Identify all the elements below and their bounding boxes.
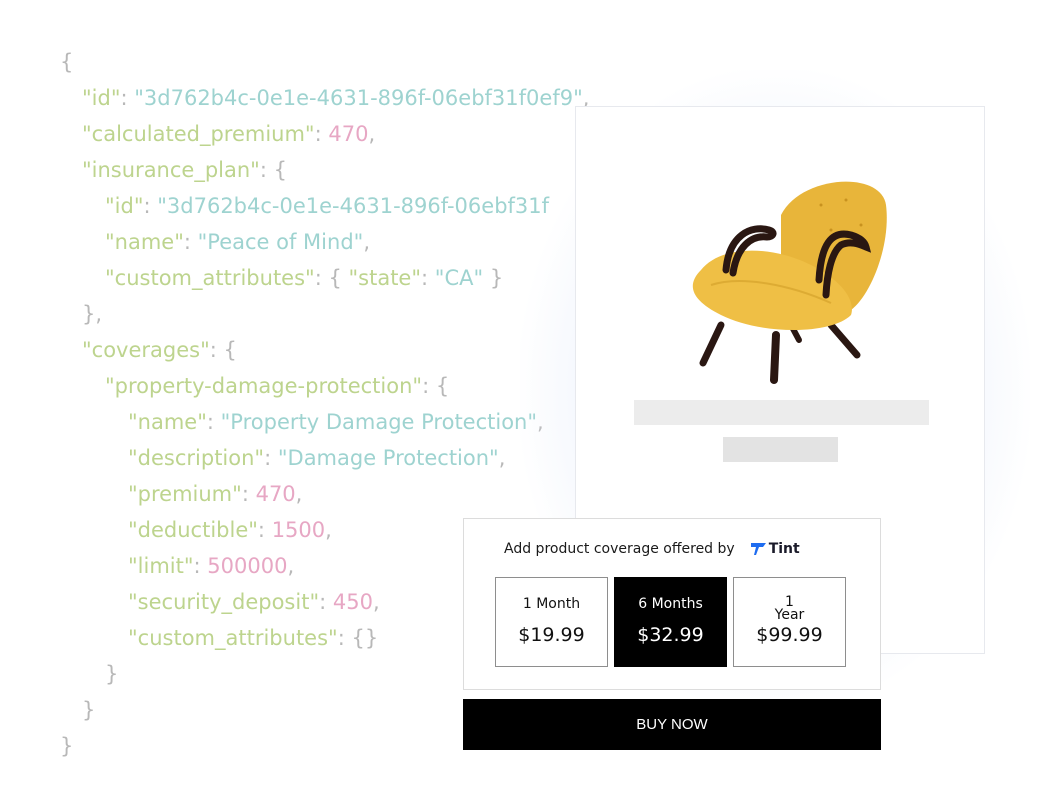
coverage-heading-text: Add product coverage offered by xyxy=(504,541,735,557)
armchair-product-image xyxy=(692,181,887,384)
code-line: "property-damage-protection": { xyxy=(105,374,450,398)
option-duration: 1 Year xyxy=(734,595,845,623)
coverage-widget: Add product coverage offered by Tint 1 M… xyxy=(463,518,881,690)
coverage-heading: Add product coverage offered by Tint xyxy=(504,541,800,557)
code-line: "name": "Peace of Mind", xyxy=(105,230,371,254)
code-line: "custom_attributes": {} xyxy=(128,626,379,650)
code-line: "deductible": 1500, xyxy=(128,518,332,542)
code-line: }, xyxy=(82,302,103,326)
code-line: "limit": 500000, xyxy=(128,554,295,578)
code-line: "insurance_plan": { xyxy=(82,158,287,182)
option-price: $99.99 xyxy=(756,624,823,646)
tint-brand: Tint xyxy=(750,541,800,557)
code-line: "custom_attributes": { "state": "CA" } xyxy=(105,266,504,290)
code-line: "calculated_premium": 470, xyxy=(82,122,376,146)
code-line: } xyxy=(60,734,74,758)
coverage-option-1-year[interactable]: 1 Year $99.99 xyxy=(733,577,846,667)
coverage-option-6-months[interactable]: 6 Months $32.99 xyxy=(614,577,727,667)
code-line: "premium": 470, xyxy=(128,482,303,506)
code-line: "name": "Property Damage Protection", xyxy=(128,410,544,434)
code-line: "id": "3d762b4c-0e1e-4631-896f-06ebf31f xyxy=(105,194,550,218)
code-line: "description": "Damage Protection", xyxy=(128,446,506,470)
option-duration: 1 Month xyxy=(522,596,581,612)
option-duration: 6 Months xyxy=(638,596,703,612)
product-price-placeholder xyxy=(723,437,838,462)
option-duration-line2: Year xyxy=(774,607,805,623)
tint-brand-name: Tint xyxy=(768,541,800,557)
option-price: $19.99 xyxy=(518,624,585,646)
code-line: "coverages": { xyxy=(82,338,237,362)
buy-now-button[interactable]: BUY NOW xyxy=(463,699,881,750)
code-line: "id": "3d762b4c-0e1e-4631-896f-06ebf31f0… xyxy=(82,86,589,110)
tint-logo-icon xyxy=(750,543,766,555)
option-price: $32.99 xyxy=(637,624,704,646)
code-line: { xyxy=(60,50,74,74)
code-line: "security_deposit": 450, xyxy=(128,590,380,614)
code-line: } xyxy=(82,698,96,722)
product-title-placeholder xyxy=(634,400,929,425)
coverage-option-1-month[interactable]: 1 Month $19.99 xyxy=(495,577,608,667)
code-line: } xyxy=(105,662,119,686)
